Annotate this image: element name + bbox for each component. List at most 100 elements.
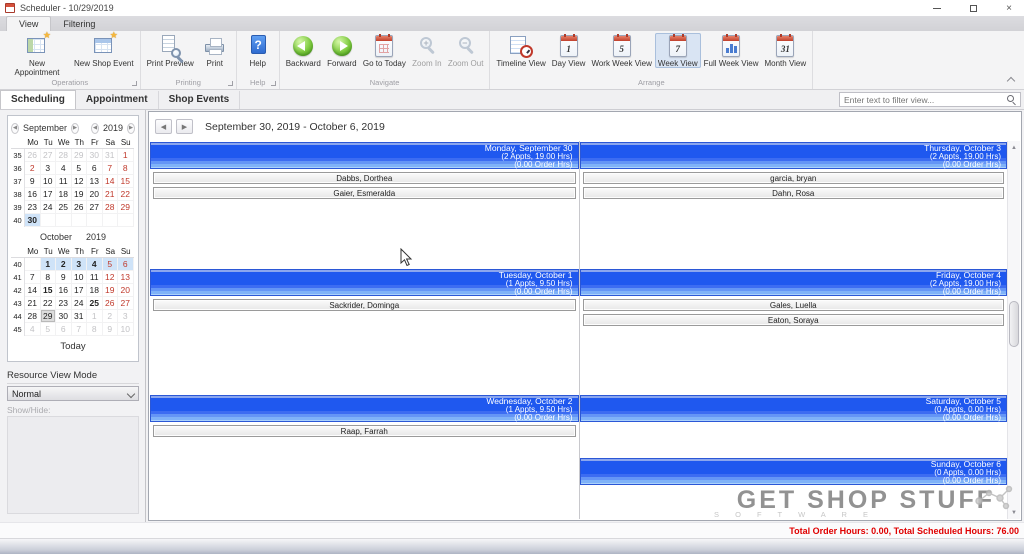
calendar-day[interactable]: 28: [56, 149, 72, 162]
calendar-day[interactable]: 17: [41, 188, 57, 201]
calendar-day[interactable]: 11: [87, 271, 103, 284]
print-preview-button[interactable]: Print Preview: [144, 33, 197, 68]
calendar-day[interactable]: 5: [41, 323, 57, 336]
calendar-day[interactable]: 6: [118, 258, 134, 271]
appointment-bar[interactable]: Sackrider, Dominga: [153, 299, 576, 311]
calendar-day[interactable]: 27: [87, 201, 103, 214]
calendar-day[interactable]: 4: [25, 323, 41, 336]
scheduler-scrollbar[interactable]: ▲ ▼: [1007, 141, 1020, 519]
calendar-day[interactable]: 19: [103, 284, 119, 297]
calendar-day[interactable]: 28: [25, 310, 41, 323]
calendar-day[interactable]: 20: [87, 188, 103, 201]
calendar-day[interactable]: 15: [41, 284, 57, 297]
show-hide-listbox[interactable]: [7, 416, 139, 514]
calendar-day[interactable]: 7: [25, 271, 41, 284]
calendar-day[interactable]: 23: [56, 297, 72, 310]
calendar-day[interactable]: 29: [118, 201, 134, 214]
maximize-button[interactable]: [966, 2, 980, 14]
calendar-day[interactable]: 22: [118, 188, 134, 201]
dialog-launcher-icon[interactable]: [271, 81, 276, 86]
calendar-day[interactable]: 9: [103, 323, 119, 336]
scrollbar-thumb[interactable]: [1009, 301, 1019, 347]
new-appointment-button[interactable]: ★New Appointment: [3, 33, 71, 77]
dialog-launcher-icon[interactable]: [228, 81, 233, 86]
appointment-bar[interactable]: Dahn, Rosa: [583, 187, 1005, 199]
prev-year-icon[interactable]: ◀: [91, 123, 99, 134]
calendar-day[interactable]: 16: [56, 284, 72, 297]
calendar-day[interactable]: 17: [72, 284, 88, 297]
calendar-day[interactable]: 13: [118, 271, 134, 284]
calendar-day[interactable]: 1: [41, 258, 57, 271]
dialog-launcher-icon[interactable]: [132, 81, 137, 86]
calendar-day[interactable]: 12: [103, 271, 119, 284]
calendar-day[interactable]: 1: [87, 310, 103, 323]
day-header-banner[interactable]: Monday, September 30(2 Appts, 19.00 Hrs)…: [150, 142, 579, 169]
next-year-icon[interactable]: ▶: [127, 123, 135, 134]
print-button[interactable]: Print: [197, 33, 233, 68]
go-to-today-button[interactable]: Go to Today: [360, 33, 409, 68]
calendar-day[interactable]: 13: [87, 175, 103, 188]
calendar-day[interactable]: 2: [25, 162, 41, 175]
appointment-bar[interactable]: Dabbs, Dorthea: [153, 172, 576, 184]
calendar-day[interactable]: 7: [103, 162, 119, 175]
calendar-day[interactable]: 5: [103, 258, 119, 271]
calendar-day[interactable]: 8: [87, 323, 103, 336]
calendar-day[interactable]: 18: [87, 284, 103, 297]
tab-appointment[interactable]: Appointment: [76, 91, 159, 109]
calendar-day[interactable]: 31: [103, 149, 119, 162]
month-view-button[interactable]: 31Month View: [761, 33, 809, 68]
filter-input[interactable]: [844, 95, 1007, 105]
calendar-day[interactable]: 9: [56, 271, 72, 284]
calendar-day[interactable]: 4: [56, 162, 72, 175]
tab-scheduling[interactable]: Scheduling: [0, 90, 76, 109]
calendar-day[interactable]: 26: [25, 149, 41, 162]
calendar-day[interactable]: 24: [41, 201, 57, 214]
day-header-banner[interactable]: Wednesday, October 2(1 Appts, 9.50 Hrs)(…: [150, 395, 579, 422]
ribbon-tab-filtering[interactable]: Filtering: [51, 17, 107, 31]
calendar-day[interactable]: 29: [41, 310, 57, 323]
calendar-day[interactable]: 24: [72, 297, 88, 310]
tab-shop-events[interactable]: Shop Events: [159, 91, 241, 109]
calendar-day[interactable]: 19: [72, 188, 88, 201]
calendar-day[interactable]: 11: [56, 175, 72, 188]
calendar-day[interactable]: 21: [25, 297, 41, 310]
next-month-icon[interactable]: ▶: [71, 123, 79, 134]
calendar-day[interactable]: 26: [103, 297, 119, 310]
week-view-button[interactable]: 7Week View: [655, 33, 701, 68]
ribbon-tab-view[interactable]: View: [6, 16, 51, 31]
today-button[interactable]: Today: [11, 338, 135, 354]
calendar-day[interactable]: 9: [25, 175, 41, 188]
calendar-day[interactable]: 3: [41, 162, 57, 175]
calendar-day[interactable]: 12: [72, 175, 88, 188]
calendar-day[interactable]: 25: [56, 201, 72, 214]
calendar-day[interactable]: 14: [103, 175, 119, 188]
calendar-day[interactable]: 20: [118, 284, 134, 297]
calendar-day[interactable]: 6: [87, 162, 103, 175]
appointment-bar[interactable]: Eaton, Soraya: [583, 314, 1005, 326]
forward-button[interactable]: Forward: [324, 33, 360, 68]
calendar-day[interactable]: 5: [72, 162, 88, 175]
appointment-bar[interactable]: Gaier, Esmeralda: [153, 187, 576, 199]
calendar-day[interactable]: 3: [72, 258, 88, 271]
next-week-button[interactable]: ▶: [176, 119, 193, 134]
calendar-day[interactable]: 6: [56, 323, 72, 336]
full-week-view-button[interactable]: Full Week View: [701, 33, 762, 68]
calendar-day[interactable]: 2: [56, 258, 72, 271]
minimize-button[interactable]: [930, 2, 944, 14]
new-shop-event-button[interactable]: ★New Shop Event: [71, 33, 137, 68]
calendar-day[interactable]: 14: [25, 284, 41, 297]
timeline-view-button[interactable]: Timeline View: [493, 33, 548, 68]
day-header-banner[interactable]: Thursday, October 3(2 Appts, 19.00 Hrs)(…: [580, 142, 1008, 169]
calendar-day[interactable]: 18: [56, 188, 72, 201]
calendar-day[interactable]: 1: [118, 149, 134, 162]
resource-view-mode-dropdown[interactable]: Normal: [7, 386, 139, 401]
backward-button[interactable]: Backward: [283, 33, 324, 68]
calendar-day[interactable]: 10: [72, 271, 88, 284]
calendar-day[interactable]: 4: [87, 258, 103, 271]
calendar-day[interactable]: 8: [41, 271, 57, 284]
calendar-day[interactable]: 27: [118, 297, 134, 310]
filter-box[interactable]: [839, 92, 1021, 107]
calendar-day[interactable]: 16: [25, 188, 41, 201]
calendar-day[interactable]: 22: [41, 297, 57, 310]
calendar-day[interactable]: 25: [87, 297, 103, 310]
